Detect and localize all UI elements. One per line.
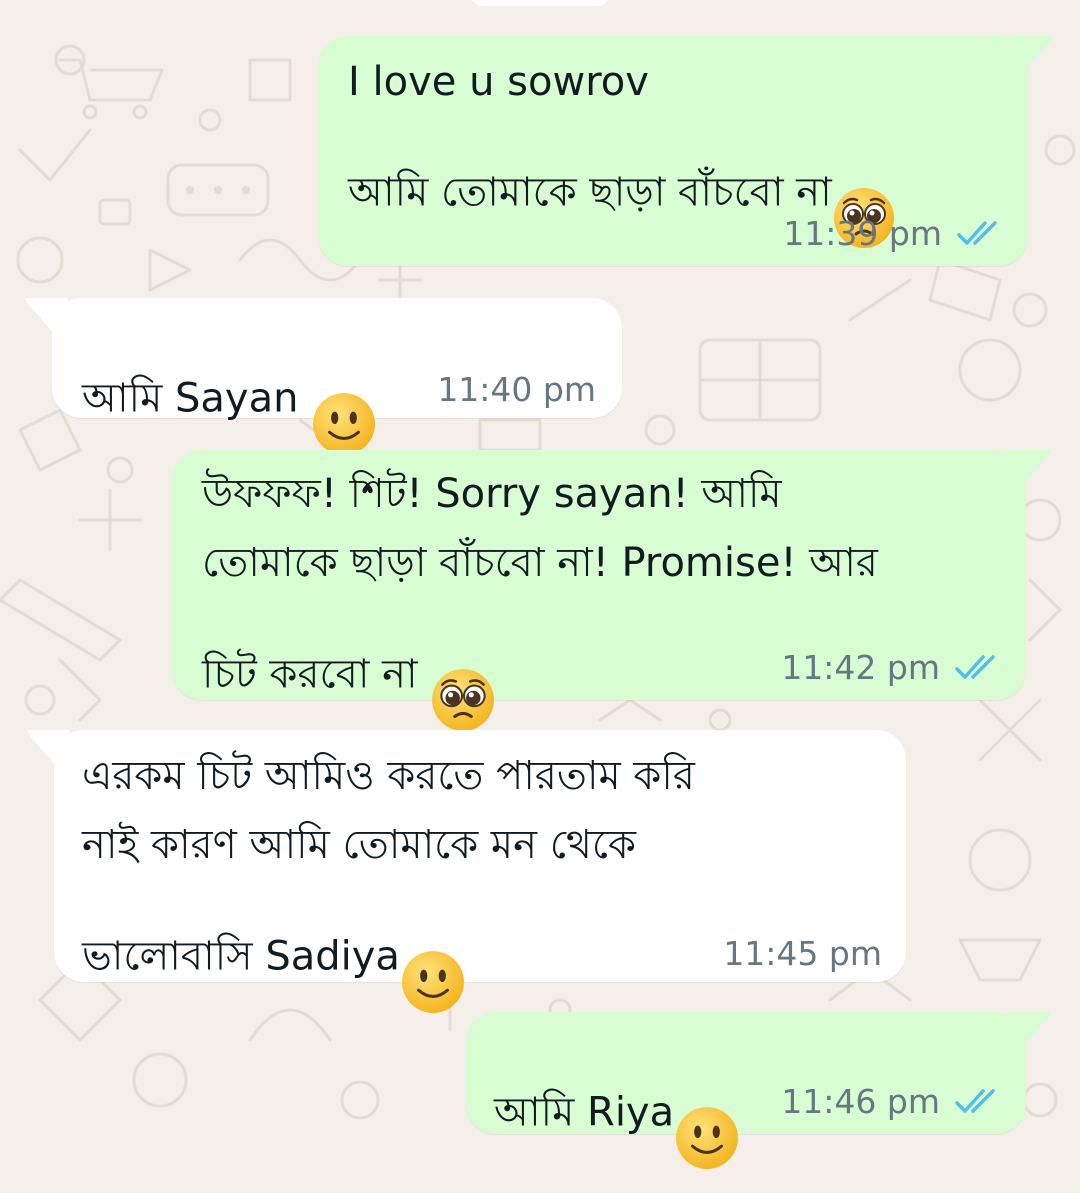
message-time: 11:39 pm <box>783 214 942 253</box>
outgoing-message[interactable]: আমি Riya 11:46 pm <box>466 1012 1026 1169</box>
message-time: 11:46 pm <box>781 1082 940 1121</box>
message-line: নাই কারণ আমি তোমাকে মন থেকে <box>82 822 636 868</box>
slightly-smiling-face-icon <box>674 1036 740 1193</box>
message-line: আমি তোমাকে ছাড়া বাঁচবো না <box>348 169 832 216</box>
message-line: আমি Sayan <box>82 375 299 422</box>
message-meta: 11:45 pm <box>723 934 882 973</box>
message-time: 11:45 pm <box>723 934 882 973</box>
message-text: এরকম চিট আমিও করতে পারতাম করি নাই কারণ আম… <box>82 742 695 1037</box>
message-time: 11:42 pm <box>781 648 940 687</box>
message-meta: 11:46 pm <box>781 1082 1000 1121</box>
message-text: আমি Riya <box>494 1036 740 1193</box>
message-line: আমি Riya <box>494 1089 675 1136</box>
message-text: উফফফ! শিট! Sorry sayan! আমি তোমাকে ছাড়া … <box>202 460 878 755</box>
message-line: I love u sowrov <box>348 59 649 105</box>
double-check-read-icon <box>955 1088 995 1113</box>
message-line: এরকম চিট আমিও করতে পারতাম করি <box>82 753 695 799</box>
double-check-read-icon <box>957 220 997 245</box>
message-line: তোমাকে ছাড়া বাঁচবো না! Promise! আর <box>202 540 878 586</box>
message-line: ভালোবাসি Sadiya <box>82 933 400 980</box>
message-line: উফফফ! শিট! Sorry sayan! আমি <box>202 471 782 517</box>
incoming-message[interactable]: আমি Sayan 11:40 pm <box>52 298 622 455</box>
message-time: 11:40 pm <box>437 370 596 409</box>
outgoing-message[interactable]: উফফফ! শিট! Sorry sayan! আমি তোমাকে ছাড়া … <box>172 450 1026 731</box>
message-meta: 11:39 pm <box>783 214 1002 253</box>
message-meta: 11:42 pm <box>781 648 1000 687</box>
outgoing-message[interactable]: I love u sowrov আমি তোমাকে ছাড়া বাঁচবো ন… <box>318 36 1028 266</box>
message-meta: 11:40 pm <box>437 370 596 409</box>
previous-message-edge <box>470 0 610 6</box>
slightly-smiling-face-icon <box>400 880 466 1037</box>
message-line: চিট করবো না <box>202 651 418 698</box>
incoming-message[interactable]: এরকম চিট আমিও করতে পারতাম করি নাই কারণ আম… <box>54 730 906 1013</box>
double-check-read-icon <box>955 654 995 679</box>
